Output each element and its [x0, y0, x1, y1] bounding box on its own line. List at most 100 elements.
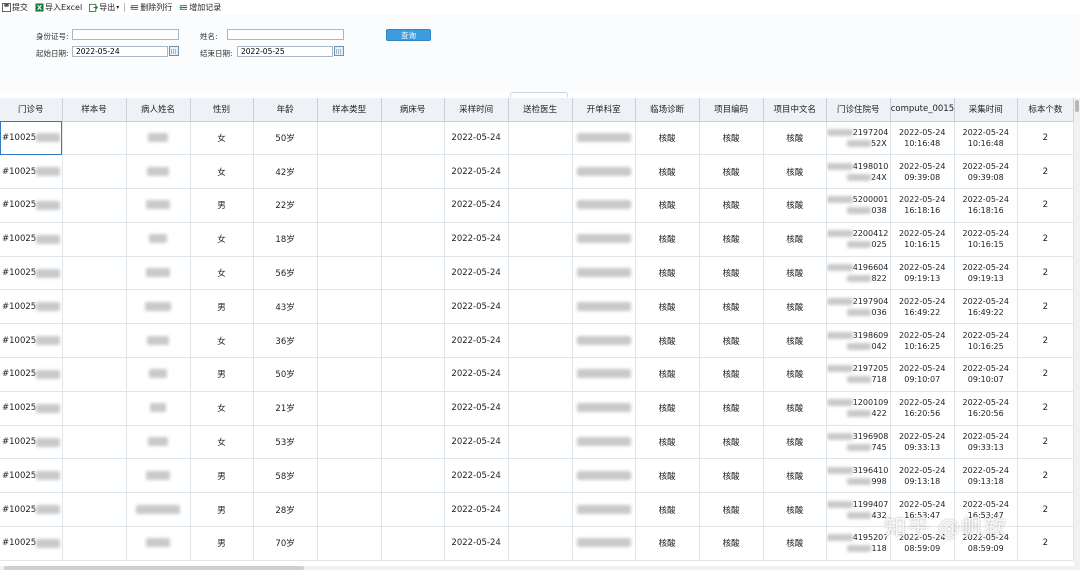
- table-cell[interactable]: #10025: [0, 458, 63, 494]
- table-cell[interactable]: 核酸: [699, 492, 764, 528]
- vertical-scrollbar[interactable]: [1074, 98, 1080, 570]
- table-cell[interactable]: 50岁: [253, 357, 318, 392]
- table-row[interactable]: #10025 男 43岁 2022-05-24 核酸 核酸 核酸 2197904 036 2022…: [0, 289, 1074, 325]
- table-cell[interactable]: #10025: [0, 526, 63, 561]
- table-cell[interactable]: 核酸: [763, 492, 827, 528]
- table-cell[interactable]: 2022-05-24 16:49:22: [890, 289, 955, 325]
- table-cell[interactable]: 2022-05-24 16:20:56: [954, 391, 1018, 426]
- table-cell[interactable]: [126, 289, 191, 325]
- table-cell[interactable]: 核酸: [763, 323, 827, 359]
- table-cell[interactable]: 2022-05-24 09:13:18: [954, 458, 1018, 494]
- table-cell[interactable]: 男: [190, 188, 254, 223]
- table-cell[interactable]: [508, 222, 573, 257]
- table-cell[interactable]: 核酸: [635, 289, 700, 325]
- table-cell[interactable]: 2022-05-24 09:39:08: [890, 154, 955, 190]
- export-button[interactable]: 导出 ▾: [87, 2, 121, 13]
- table-cell[interactable]: #10025: [0, 492, 63, 528]
- table-cell[interactable]: 2022-05-24: [444, 458, 509, 494]
- table-cell[interactable]: 2022-05-24 09:13:18: [890, 458, 955, 494]
- table-cell[interactable]: 核酸: [699, 222, 764, 257]
- table-cell[interactable]: 3196908 745: [826, 425, 891, 460]
- table-cell[interactable]: 男: [190, 458, 254, 494]
- table-cell[interactable]: 2200412 025: [826, 222, 891, 257]
- table-cell[interactable]: 2022-05-24 10:16:25: [890, 323, 955, 359]
- column-header[interactable]: 标本个数: [1017, 98, 1074, 122]
- table-cell[interactable]: [62, 458, 127, 494]
- table-cell[interactable]: 核酸: [763, 526, 827, 561]
- table-cell[interactable]: [126, 526, 191, 561]
- table-cell[interactable]: 2022-05-24 09:19:13: [954, 256, 1018, 291]
- table-cell[interactable]: [508, 492, 573, 528]
- table-cell[interactable]: #10025: [0, 256, 63, 291]
- table-cell[interactable]: 53岁: [253, 425, 318, 460]
- table-cell[interactable]: [572, 526, 636, 561]
- table-cell[interactable]: [572, 357, 636, 392]
- table-cell[interactable]: 2022-05-24: [444, 188, 509, 223]
- table-cell[interactable]: 4198010 24X: [826, 154, 891, 190]
- table-cell[interactable]: [126, 154, 191, 190]
- scroll-thumb[interactable]: [4, 566, 304, 570]
- column-header[interactable]: 年龄: [253, 98, 318, 122]
- table-cell[interactable]: [572, 391, 636, 426]
- table-cell[interactable]: #10025: [0, 425, 63, 460]
- table-cell[interactable]: 58岁: [253, 458, 318, 494]
- table-cell[interactable]: [381, 458, 445, 494]
- table-cell[interactable]: 2022-05-24 09:10:07: [890, 357, 955, 392]
- table-row[interactable]: #10025 女 56岁 2022-05-24 核酸 核酸 核酸 4196604 822 2022…: [0, 256, 1074, 291]
- table-cell[interactable]: 核酸: [699, 391, 764, 426]
- table-cell[interactable]: 女: [190, 154, 254, 190]
- start-date-input[interactable]: [72, 46, 168, 57]
- table-cell[interactable]: 核酸: [635, 391, 700, 426]
- table-cell[interactable]: [317, 391, 382, 426]
- table-cell[interactable]: [381, 256, 445, 291]
- table-cell[interactable]: 1200109 422: [826, 391, 891, 426]
- table-cell[interactable]: [381, 357, 445, 392]
- table-cell[interactable]: 2: [1017, 526, 1074, 561]
- table-cell[interactable]: [126, 391, 191, 426]
- table-cell[interactable]: [126, 357, 191, 392]
- table-cell[interactable]: 核酸: [699, 154, 764, 190]
- table-cell[interactable]: 核酸: [635, 323, 700, 359]
- table-cell[interactable]: 2022-05-24: [444, 357, 509, 392]
- table-cell[interactable]: [381, 154, 445, 190]
- table-cell[interactable]: #10025: [0, 222, 63, 257]
- table-cell[interactable]: [508, 425, 573, 460]
- table-cell[interactable]: [62, 222, 127, 257]
- table-row[interactable]: #10025 男 50岁 2022-05-24 核酸 核酸 核酸 2197205 718 2022…: [0, 357, 1074, 392]
- table-cell[interactable]: 2022-05-24: [444, 222, 509, 257]
- table-cell[interactable]: [508, 289, 573, 325]
- table-cell[interactable]: [508, 357, 573, 392]
- import-excel-button[interactable]: 导入Excel: [33, 2, 84, 13]
- table-cell[interactable]: 3198609 042: [826, 323, 891, 359]
- table-cell[interactable]: [62, 289, 127, 325]
- table-cell[interactable]: 2: [1017, 323, 1074, 359]
- table-cell[interactable]: 核酸: [699, 289, 764, 325]
- table-cell[interactable]: 2022-05-24 10:16:15: [954, 222, 1018, 257]
- table-row[interactable]: #10025 男 58岁 2022-05-24 核酸 核酸 核酸 3196410 998 2022…: [0, 458, 1074, 494]
- table-cell[interactable]: [572, 458, 636, 494]
- table-cell[interactable]: 2022-05-24 09:19:13: [890, 256, 955, 291]
- table-cell[interactable]: 核酸: [699, 458, 764, 494]
- table-cell[interactable]: #10025: [0, 154, 63, 190]
- table-row[interactable]: #10025 女 42岁 2022-05-24 核酸 核酸 核酸 4198010 24X 2022…: [0, 154, 1074, 190]
- table-cell[interactable]: #10025: [0, 357, 63, 392]
- table-cell[interactable]: [381, 289, 445, 325]
- column-header[interactable]: 性别: [190, 98, 254, 122]
- table-cell[interactable]: 核酸: [635, 425, 700, 460]
- table-cell[interactable]: 2: [1017, 425, 1074, 460]
- table-cell[interactable]: 核酸: [699, 425, 764, 460]
- table-cell[interactable]: 男: [190, 289, 254, 325]
- table-cell[interactable]: 核酸: [699, 357, 764, 392]
- table-cell[interactable]: [126, 323, 191, 359]
- table-cell[interactable]: 2022-05-24 09:10:07: [954, 357, 1018, 392]
- table-cell[interactable]: [317, 121, 382, 156]
- table-cell[interactable]: 2: [1017, 121, 1074, 156]
- column-header[interactable]: 临场诊断: [635, 98, 700, 122]
- table-cell[interactable]: [126, 458, 191, 494]
- table-cell[interactable]: 2: [1017, 492, 1074, 528]
- table-cell[interactable]: 2: [1017, 154, 1074, 190]
- table-cell[interactable]: #10025: [0, 391, 63, 426]
- table-cell[interactable]: [572, 323, 636, 359]
- table-cell[interactable]: 2022-05-24: [444, 121, 509, 156]
- table-cell[interactable]: [572, 492, 636, 528]
